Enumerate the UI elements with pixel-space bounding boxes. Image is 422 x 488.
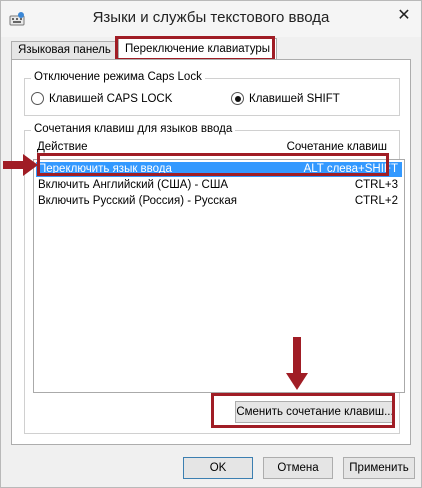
ok-button[interactable]: OK	[183, 457, 253, 479]
change-button-highlight-frame	[211, 393, 395, 428]
list-row-english[interactable]: Включить Английский (США) - США CTRL+3	[36, 178, 402, 193]
hotkeys-group-caption: Сочетания клавиш для языков ввода	[31, 123, 236, 135]
radio-shift-label: Клавишей SHIFT	[249, 92, 340, 105]
caps-lock-group-caption: Отключение режима Caps Lock	[31, 71, 205, 83]
close-button[interactable]: ✕	[391, 4, 417, 26]
tab-panel: Отключение режима Caps Lock Клавишей CAP…	[11, 59, 411, 445]
dialog-window: Языки и службы текстового ввода ✕ Языков…	[0, 0, 422, 488]
arrow-down-icon	[286, 337, 308, 390]
radio-circle-selected[interactable]	[231, 92, 244, 105]
caps-lock-group: Отключение режима Caps Lock Клавишей CAP…	[24, 71, 400, 116]
row-action: Включить Русский (Россия) - Русская	[38, 195, 237, 207]
arrow-right-icon	[3, 154, 38, 176]
tab-highlight-frame	[115, 36, 275, 61]
apply-button[interactable]: Применить	[343, 457, 415, 479]
window-title: Языки и службы текстового ввода	[92, 9, 330, 26]
radio-caps-lock[interactable]: Клавишей CAPS LOCK	[31, 92, 172, 105]
radio-circle[interactable]	[31, 92, 44, 105]
cancel-button[interactable]: Отмена	[263, 457, 333, 479]
list-row-russian[interactable]: Включить Русский (Россия) - Русская CTRL…	[36, 194, 402, 209]
row-shortcut: CTRL+3	[354, 179, 398, 191]
radio-caps-lock-label: Клавишей CAPS LOCK	[49, 92, 173, 105]
hotkeys-list[interactable]: Переключить язык ввода ALT слева+SHIFT В…	[33, 159, 405, 393]
radio-shift[interactable]: Клавишей SHIFT	[231, 92, 340, 105]
column-header-action: Действие	[37, 141, 88, 153]
tab-language-bar[interactable]: Языковая панель	[11, 41, 118, 59]
column-header-shortcut: Сочетание клавиш	[286, 141, 387, 153]
title-bar: Языки и службы текстового ввода ✕	[1, 1, 421, 37]
close-icon: ✕	[397, 7, 411, 24]
row-action: Включить Английский (США) - США	[38, 179, 229, 191]
row-shortcut: CTRL+2	[354, 195, 398, 207]
selected-row-highlight-frame	[37, 153, 389, 176]
